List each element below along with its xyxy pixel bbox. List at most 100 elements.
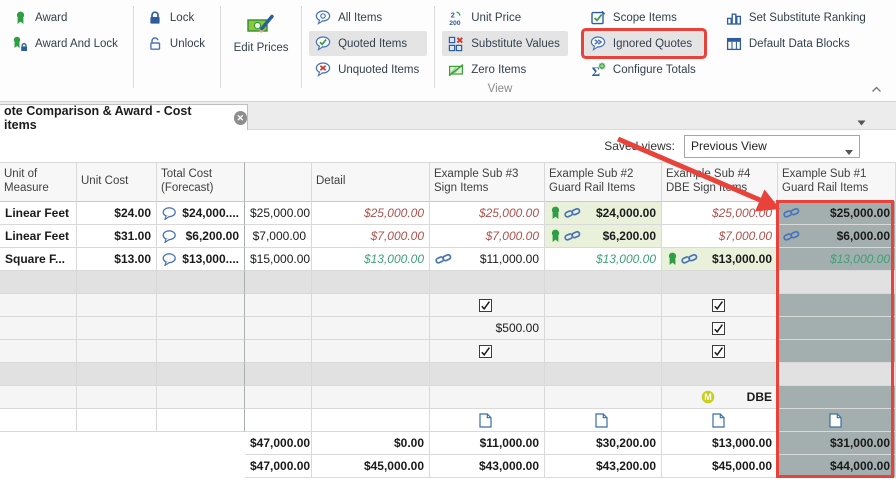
grid-cell-example-sub-2[interactable]	[545, 409, 662, 432]
ribbon-item-unit-price[interactable]: 2200Unit Price	[442, 5, 568, 30]
minority-badge-icon: M	[701, 390, 715, 404]
ribbon-item-award[interactable]: Award	[6, 5, 126, 30]
column-header-unit-of-measure[interactable]: Unit of Measure	[0, 162, 77, 202]
ribbon-item-set-substitute-ranking[interactable]: Set Substitute Ranking	[720, 5, 874, 30]
checkbox[interactable]	[479, 345, 492, 358]
grid-cell-example-sub-4[interactable]: MDBE	[662, 386, 778, 409]
grid-cell-detail[interactable]: $13,000.00	[312, 248, 430, 271]
grid-cell-blank[interactable]: $25,000.00	[245, 202, 312, 225]
grid-cell-example-sub-4[interactable]: $13,000.00	[662, 432, 778, 455]
checkbox[interactable]	[712, 345, 725, 358]
ribbon-item-quoted-items[interactable]: Quoted Items	[309, 31, 427, 56]
grid-cell-example-sub-4[interactable]: $45,000.00	[662, 455, 778, 478]
grid-cell-example-sub-2[interactable]: $13,000.00	[545, 248, 662, 271]
ribbon-item-all-items[interactable]: All Items	[309, 5, 427, 30]
grid-cell-unit-of-measure[interactable]: Linear Feet	[0, 225, 77, 248]
grid-cell-example-sub-4[interactable]: $13,000.00	[662, 248, 778, 271]
tab-quote-comparison[interactable]: ote Comparison & Award - Cost items ✕	[0, 104, 248, 130]
ribbon-group-quote-filters: All ItemsQuoted ItemsUnquoted Items	[309, 4, 427, 82]
column-header-total-cost-forecast[interactable]: Total Cost (Forecast)	[157, 162, 245, 202]
grid-cell-detail[interactable]: $25,000.00	[312, 202, 430, 225]
checkbox[interactable]	[712, 299, 725, 312]
grid-cell-example-sub-1[interactable]: $31,000.00	[778, 432, 896, 455]
grid-cell-blank	[245, 409, 312, 432]
grid-cell-blank[interactable]: $7,000.00	[245, 225, 312, 248]
grid-cell-example-sub-1[interactable]: $13,000.00	[778, 248, 896, 271]
grid-cell-example-sub-4[interactable]: $7,000.00	[662, 225, 778, 248]
grid-cell-detail[interactable]: $45,000.00	[312, 455, 430, 478]
ribbon-item-lock[interactable]: Lock	[141, 5, 213, 30]
column-header-example-sub-1[interactable]: Example Sub #1 Guard Rail Items	[778, 162, 896, 202]
grid-cell-total-cost-forecast[interactable]: $6,200.00	[157, 225, 245, 248]
grid-cell-example-sub-3[interactable]: $43,000.00	[430, 455, 545, 478]
grid-cell-example-sub-4[interactable]	[662, 340, 778, 363]
grid-cell-total-cost-forecast[interactable]: $24,000....	[157, 202, 245, 225]
column-header-example-sub-3[interactable]: Example Sub #3 Sign Items	[430, 162, 545, 202]
grid-cell-example-sub-2	[545, 363, 662, 386]
ribbon-item-label: Default Data Blocks	[749, 38, 850, 50]
grid-cell-blank[interactable]: $47,000.00	[245, 455, 312, 478]
grid-cell-example-sub-1[interactable]: $6,000.00	[778, 225, 896, 248]
tab-list-dropdown-icon[interactable]	[857, 113, 866, 131]
ribbon-item-unquoted-items[interactable]: Unquoted Items	[309, 57, 427, 82]
grid-cell-example-sub-1[interactable]	[778, 294, 896, 317]
column-header-example-sub-2[interactable]: Example Sub #2 Guard Rail Items	[545, 162, 662, 202]
grid-cell-example-sub-2[interactable]: $6,200.00	[545, 225, 662, 248]
ribbon-item-label: Set Substitute Ranking	[749, 12, 866, 24]
grid-cell-example-sub-2[interactable]: $43,200.00	[545, 455, 662, 478]
grid-cell-unit-cost[interactable]: $31.00	[77, 225, 157, 248]
ribbon-item-ignored-quotes[interactable]: Ignored Quotes	[584, 31, 704, 56]
tab-close-icon[interactable]: ✕	[234, 111, 247, 125]
grid-cell-example-sub-3[interactable]	[430, 294, 545, 317]
ribbon-item-substitute-values[interactable]: Substitute Values	[442, 31, 568, 56]
grid-cell-detail	[312, 294, 430, 317]
grid-cell-example-sub-3[interactable]: $25,000.00	[430, 202, 545, 225]
grid-cell-example-sub-3[interactable]: $500.00	[430, 317, 545, 340]
grid-cell-unit-of-measure[interactable]: Linear Feet	[0, 202, 77, 225]
ribbon-item-scope-items[interactable]: Scope Items	[584, 5, 704, 30]
column-header-unit-cost[interactable]: Unit Cost	[77, 162, 157, 202]
grid-cell-example-sub-1[interactable]	[778, 317, 896, 340]
ribbon-item-configure-totals[interactable]: ΣConfigure Totals	[584, 57, 704, 82]
grid-cell-example-sub-3[interactable]: $11,000.00	[430, 432, 545, 455]
grid-cell-example-sub-1[interactable]: $25,000.00	[778, 202, 896, 225]
grid-cell-example-sub-3[interactable]: $11,000.00	[430, 248, 545, 271]
ribbon-item-default-data-blocks[interactable]: Default Data Blocks	[720, 31, 874, 56]
collapse-ribbon-icon[interactable]	[871, 80, 882, 98]
grid-cell-example-sub-3[interactable]	[430, 409, 545, 432]
grid-separator-row	[0, 363, 896, 386]
checkbox[interactable]	[479, 299, 492, 312]
grid-cell-example-sub-1[interactable]: $44,000.00	[778, 455, 896, 478]
grid-cell-total-cost-forecast[interactable]: $13,000....	[157, 248, 245, 271]
ribbon-item-award-and-lock[interactable]: Award And Lock	[6, 31, 126, 56]
grid-cell-detail	[312, 271, 430, 294]
grid-cell-example-sub-4[interactable]	[662, 409, 778, 432]
grid-cell-example-sub-3[interactable]: $7,000.00	[430, 225, 545, 248]
grid-separator-row	[0, 271, 896, 294]
grid-cell-example-sub-3[interactable]	[430, 340, 545, 363]
ribbon-item-edit-prices[interactable]: Edit Prices	[228, 4, 294, 54]
column-header-detail[interactable]: Detail	[312, 162, 430, 202]
grid-cell-example-sub-4[interactable]: $25,000.00	[662, 202, 778, 225]
grid-cell-example-sub-1[interactable]	[778, 386, 896, 409]
column-header-blank[interactable]	[245, 162, 312, 202]
column-header-example-sub-4[interactable]: Example Sub #4 DBE Sign Items	[662, 162, 778, 202]
all-items-icon	[314, 10, 332, 25]
ribbon-item-zero-items[interactable]: Zero Items	[442, 57, 568, 82]
grid-cell-example-sub-4[interactable]	[662, 317, 778, 340]
grid-cell-blank[interactable]: $47,000.00	[245, 432, 312, 455]
grid-cell-example-sub-2[interactable]: $30,200.00	[545, 432, 662, 455]
grid-cell-example-sub-1[interactable]	[778, 340, 896, 363]
grid-cell-unit-cost[interactable]: $24.00	[77, 202, 157, 225]
grid-cell-example-sub-2[interactable]: $24,000.00	[545, 202, 662, 225]
grid-cell-example-sub-4[interactable]	[662, 294, 778, 317]
ribbon-item-unlock[interactable]: Unlock	[141, 31, 213, 56]
grid-cell-detail[interactable]: $0.00	[312, 432, 430, 455]
grid-cell-example-sub-1[interactable]	[778, 409, 896, 432]
grid-cell-unit-of-measure[interactable]: Square F...	[0, 248, 77, 271]
checkbox[interactable]	[712, 322, 725, 335]
grid-cell-unit-cost[interactable]: $13.00	[77, 248, 157, 271]
grid-cell-blank[interactable]: $15,000.00	[245, 248, 312, 271]
grid-cell-detail[interactable]: $7,000.00	[312, 225, 430, 248]
saved-views-dropdown[interactable]: Previous View	[684, 135, 860, 158]
